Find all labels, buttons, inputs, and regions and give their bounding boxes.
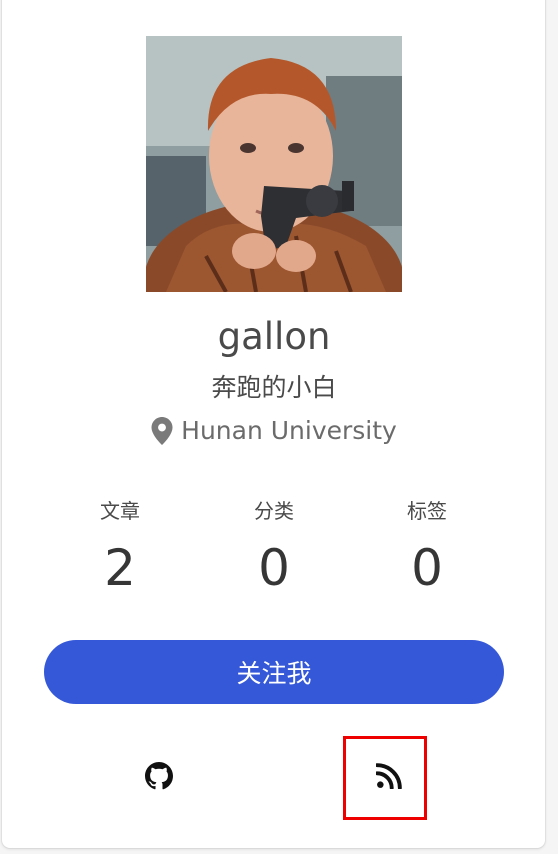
profile-location: Hunan University <box>0 413 548 449</box>
stat-value: 0 <box>411 539 443 597</box>
stat-articles[interactable]: 文章 2 <box>40 496 200 596</box>
follow-button[interactable]: 关注我 <box>44 640 504 704</box>
stat-label: 分类 <box>254 499 294 523</box>
location-label: Hunan University <box>181 416 397 445</box>
rss-link[interactable] <box>369 756 409 796</box>
avatar <box>146 36 402 292</box>
stat-value: 2 <box>104 539 136 597</box>
stat-label: 标签 <box>407 499 447 523</box>
profile-name: gallon <box>217 315 331 358</box>
github-link[interactable] <box>139 756 179 796</box>
stat-value: 0 <box>258 539 290 597</box>
stat-categories[interactable]: 分类 0 <box>194 496 354 596</box>
rss-icon <box>376 763 402 789</box>
stat-tags[interactable]: 标签 0 <box>347 496 507 596</box>
stat-label: 文章 <box>100 499 140 523</box>
profile-subtitle: 奔跑的小白 <box>211 373 337 402</box>
map-pin-icon <box>151 417 173 445</box>
github-icon <box>145 762 173 790</box>
